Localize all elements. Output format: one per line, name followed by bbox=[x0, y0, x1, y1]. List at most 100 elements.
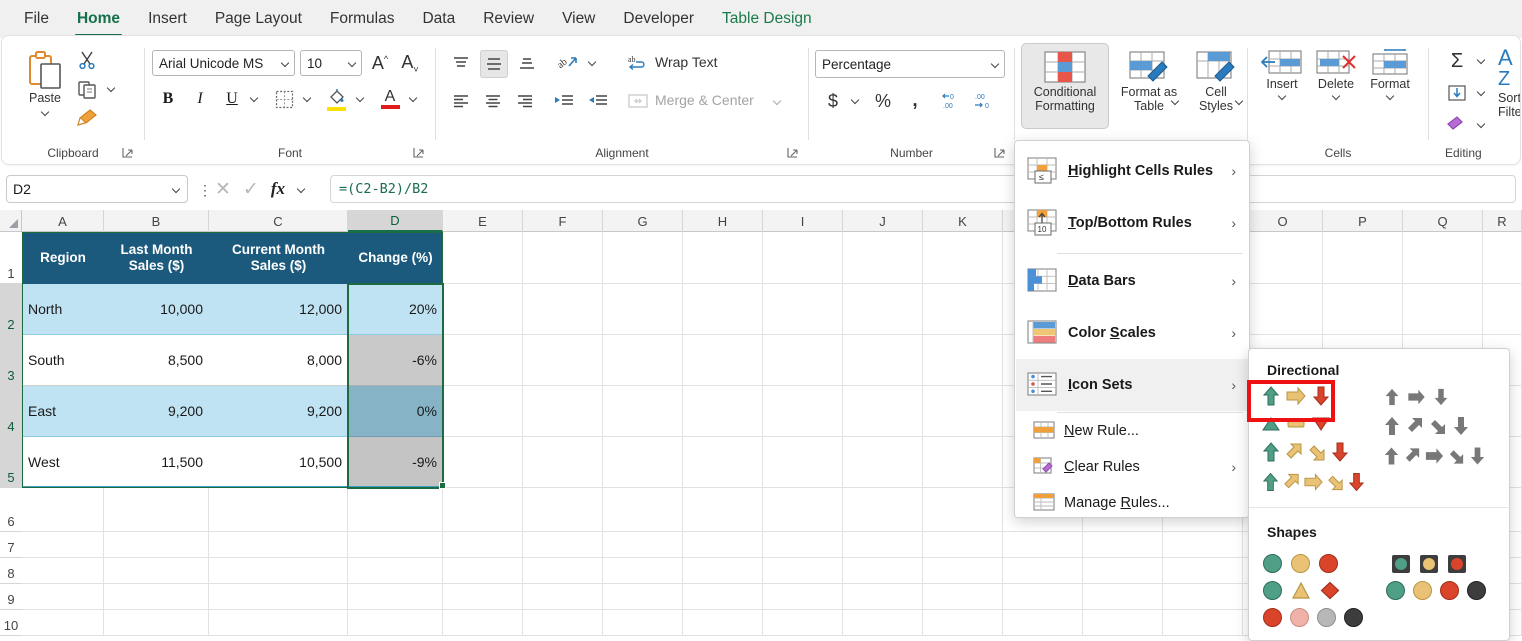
align-middle-button[interactable] bbox=[480, 50, 508, 78]
paste-button[interactable]: Paste bbox=[16, 50, 74, 117]
increase-font-size-button[interactable]: A^ bbox=[367, 50, 393, 76]
icon-set-3-arrows-gray[interactable] bbox=[1382, 387, 1451, 407]
row-header-1[interactable]: 1 bbox=[0, 232, 22, 284]
row-header-7[interactable]: 7 bbox=[0, 532, 22, 558]
orientation-chevron-icon[interactable] bbox=[588, 58, 597, 67]
insert-chevron-icon[interactable] bbox=[1278, 92, 1287, 101]
tab-table-design[interactable]: Table Design bbox=[708, 6, 826, 32]
delete-cells-button[interactable]: Delete bbox=[1310, 48, 1362, 101]
decrease-indent-button[interactable] bbox=[550, 88, 578, 114]
menu-item-color-scales[interactable]: Color Scales › bbox=[1016, 307, 1250, 359]
fill-color-button[interactable] bbox=[323, 84, 351, 114]
table-header-current-month[interactable]: Current Month Sales ($) bbox=[209, 232, 348, 284]
clear-button[interactable] bbox=[1443, 112, 1471, 138]
cell-styles-button[interactable]: Cell Styles bbox=[1188, 44, 1244, 128]
chevron-down-icon[interactable] bbox=[348, 59, 357, 68]
icon-set-4-arrows-gray[interactable] bbox=[1382, 415, 1471, 437]
column-header-H[interactable]: H bbox=[683, 210, 763, 232]
bold-button[interactable]: B bbox=[155, 86, 181, 112]
align-right-button[interactable] bbox=[512, 88, 538, 114]
row-header-8[interactable]: 8 bbox=[0, 558, 22, 584]
clipboard-dialog-launcher[interactable] bbox=[121, 146, 134, 159]
font-size-combo[interactable]: 10 bbox=[300, 50, 362, 76]
font-dialog-launcher[interactable] bbox=[412, 146, 425, 159]
decrease-decimal-button[interactable]: .00 0 bbox=[971, 88, 997, 114]
cell-d4-wrap[interactable]: 0% bbox=[348, 386, 443, 437]
format-chevron-icon[interactable] bbox=[1386, 92, 1395, 101]
table-row[interactable]: North bbox=[22, 284, 104, 335]
icon-set-5-arrows-colored[interactable] bbox=[1261, 471, 1366, 493]
cell-c2-wrap[interactable]: 12,000 bbox=[209, 284, 348, 335]
icon-set-3-traffic-lights-unrimmed[interactable] bbox=[1263, 554, 1338, 573]
number-dialog-launcher[interactable] bbox=[993, 146, 1006, 159]
italic-button[interactable]: I bbox=[187, 86, 213, 112]
align-left-button[interactable] bbox=[448, 88, 474, 114]
font-color-button[interactable]: A bbox=[376, 84, 404, 114]
align-center-button[interactable] bbox=[480, 88, 506, 114]
autosum-button[interactable]: Σ bbox=[1443, 48, 1471, 74]
insert-cells-button[interactable]: Insert bbox=[1256, 48, 1308, 101]
tab-page-layout[interactable]: Page Layout bbox=[201, 6, 316, 32]
sort-filter-button[interactable]: AZ Sort & Filter bbox=[1498, 47, 1520, 120]
cell-c5-wrap[interactable]: 10,500 bbox=[209, 437, 348, 488]
table-row[interactable]: South bbox=[22, 335, 104, 386]
menu-item-data-bars[interactable]: Data Bars › bbox=[1016, 255, 1250, 307]
table-row[interactable]: West bbox=[22, 437, 104, 488]
fill-color-chevron-icon[interactable] bbox=[356, 94, 365, 103]
menu-item-new-rule[interactable]: New Rule... bbox=[1016, 413, 1250, 449]
icon-sets-flyout[interactable]: Directional Shapes bbox=[1248, 348, 1511, 641]
number-format-combo[interactable]: Percentage bbox=[815, 50, 1005, 78]
table-header-region[interactable]: Region bbox=[22, 232, 104, 284]
cell-b5-wrap[interactable]: 11,500 bbox=[104, 437, 209, 488]
column-header-O[interactable]: O bbox=[1243, 210, 1323, 232]
cell-c3-wrap[interactable]: 8,000 bbox=[209, 335, 348, 386]
format-as-table-button[interactable]: Format as Table bbox=[1112, 44, 1186, 128]
menu-item-highlight-cells-rules[interactable]: ≤ Highlight Cells Rules › bbox=[1016, 145, 1250, 197]
font-name-combo[interactable]: Arial Unicode MS bbox=[152, 50, 295, 76]
accounting-chevron-icon[interactable] bbox=[851, 96, 860, 105]
tab-review[interactable]: Review bbox=[469, 6, 548, 32]
cut-button[interactable] bbox=[74, 48, 100, 72]
row-header-3[interactable]: 3 bbox=[0, 335, 22, 386]
borders-button[interactable] bbox=[270, 86, 298, 112]
cell-b2-wrap[interactable]: 10,000 bbox=[104, 284, 209, 335]
tab-formulas[interactable]: Formulas bbox=[316, 6, 409, 32]
tab-view[interactable]: View bbox=[548, 6, 609, 32]
icon-set-3-signs[interactable] bbox=[1263, 581, 1340, 600]
cancel-icon[interactable]: ✕ bbox=[215, 178, 231, 201]
fill-chevron-icon[interactable] bbox=[1477, 88, 1486, 97]
row-header-9[interactable]: 9 bbox=[0, 584, 22, 610]
decrease-font-size-button[interactable]: A˅ bbox=[397, 50, 423, 76]
chevron-down-icon[interactable] bbox=[991, 60, 1000, 69]
row-header-5[interactable]: 5 bbox=[0, 437, 22, 488]
increase-indent-button[interactable] bbox=[584, 88, 612, 114]
tab-home[interactable]: Home bbox=[63, 6, 134, 36]
menu-item-top-bottom-rules[interactable]: 10 Top/Bottom Rules › bbox=[1016, 197, 1250, 249]
alignment-dialog-launcher[interactable] bbox=[786, 146, 799, 159]
icon-set-4-arrows-colored[interactable] bbox=[1261, 441, 1350, 463]
cell-d3-wrap[interactable]: -6% bbox=[348, 335, 443, 386]
name-box[interactable]: D2 bbox=[6, 175, 188, 203]
name-box-more-icon[interactable]: ⋮ bbox=[198, 182, 212, 199]
align-top-button[interactable] bbox=[448, 50, 474, 76]
column-header-K[interactable]: K bbox=[923, 210, 1003, 232]
icon-set-4-circles-red-to-black[interactable] bbox=[1386, 581, 1486, 600]
column-header-A[interactable]: A bbox=[22, 210, 104, 232]
delete-chevron-icon[interactable] bbox=[1332, 92, 1341, 101]
column-header-D[interactable]: D bbox=[348, 210, 443, 232]
underline-dropdown-chevron-icon[interactable] bbox=[250, 94, 259, 103]
fx-icon[interactable]: fx bbox=[271, 179, 285, 199]
column-header-J[interactable]: J bbox=[843, 210, 923, 232]
chevron-down-icon[interactable] bbox=[41, 108, 50, 117]
column-header-E[interactable]: E bbox=[443, 210, 523, 232]
clear-chevron-icon[interactable] bbox=[1477, 120, 1486, 129]
column-header-C[interactable]: C bbox=[209, 210, 348, 232]
check-icon[interactable]: ✓ bbox=[243, 178, 259, 201]
column-header-F[interactable]: F bbox=[523, 210, 603, 232]
table-header-last-month[interactable]: Last Month Sales ($) bbox=[104, 232, 209, 284]
underline-button[interactable]: U bbox=[219, 86, 245, 112]
table-header-change[interactable]: Change (%) bbox=[348, 232, 443, 284]
conditional-formatting-menu[interactable]: ≤ Highlight Cells Rules › 10 Top/Bottom … bbox=[1014, 140, 1250, 518]
menu-item-manage-rules[interactable]: Manage Rules... bbox=[1016, 485, 1250, 521]
icon-set-3-traffic-lights-rimmed[interactable] bbox=[1391, 554, 1467, 574]
